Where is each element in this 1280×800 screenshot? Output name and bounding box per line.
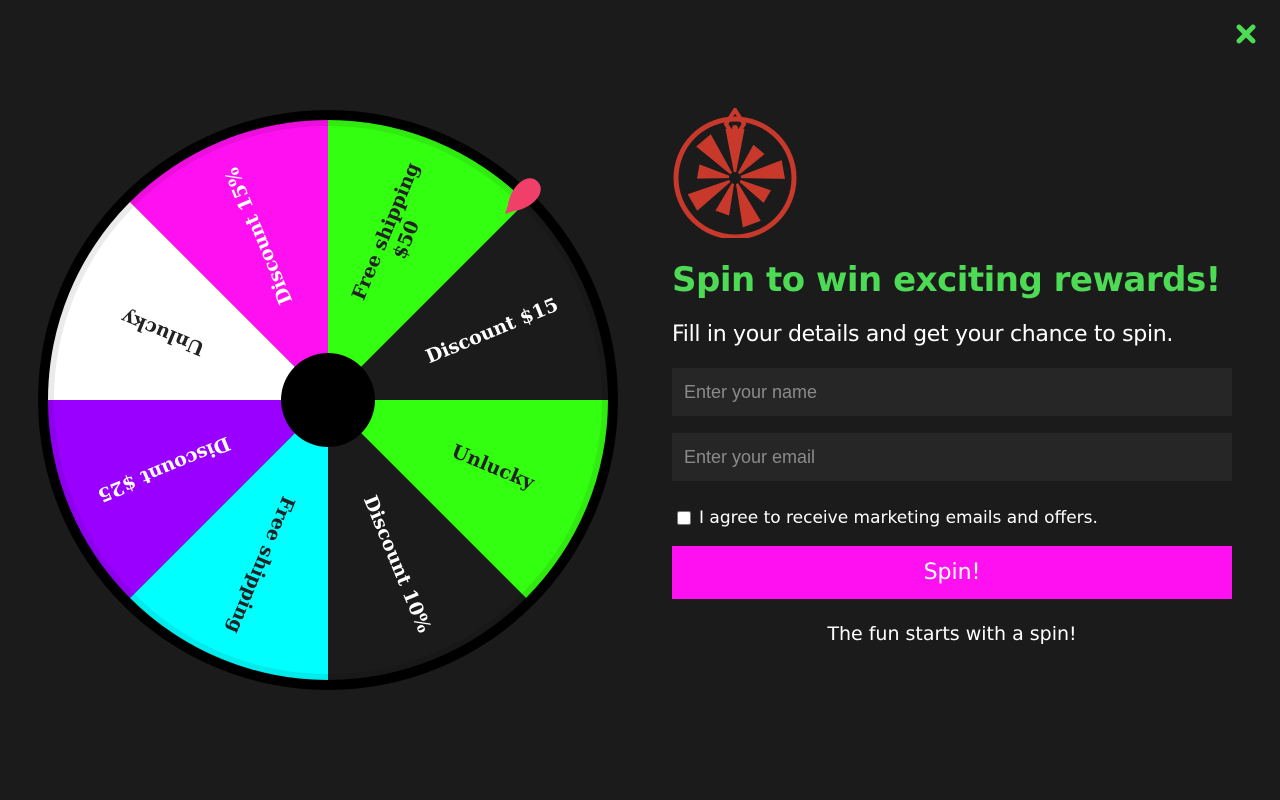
consent-row[interactable]: I agree to receive marketing emails and …	[672, 505, 1232, 531]
wheel-hub[interactable]	[281, 353, 375, 447]
signup-panel: Spin to win exciting rewards! Fill in yo…	[672, 108, 1232, 645]
tagline: The fun starts with a spin!	[827, 623, 1077, 645]
close-icon[interactable]	[1232, 20, 1260, 48]
spin-wheel-popup: Free shipping$50 Discount $15 Unlucky Disco…	[0, 0, 1280, 800]
email-input[interactable]	[672, 433, 1232, 481]
headline: Spin to win exciting rewards!	[672, 260, 1221, 300]
subheadline: Fill in your details and get your chance…	[672, 322, 1174, 347]
name-input[interactable]	[672, 368, 1232, 416]
consent-label: I agree to receive marketing emails and …	[699, 508, 1098, 528]
wheel-logo-icon	[673, 108, 797, 238]
prize-wheel[interactable]: Free shipping$50Discount $15UnluckyDisco…	[38, 110, 618, 690]
consent-checkbox[interactable]	[677, 511, 691, 525]
spin-button[interactable]: Spin!	[672, 546, 1232, 599]
